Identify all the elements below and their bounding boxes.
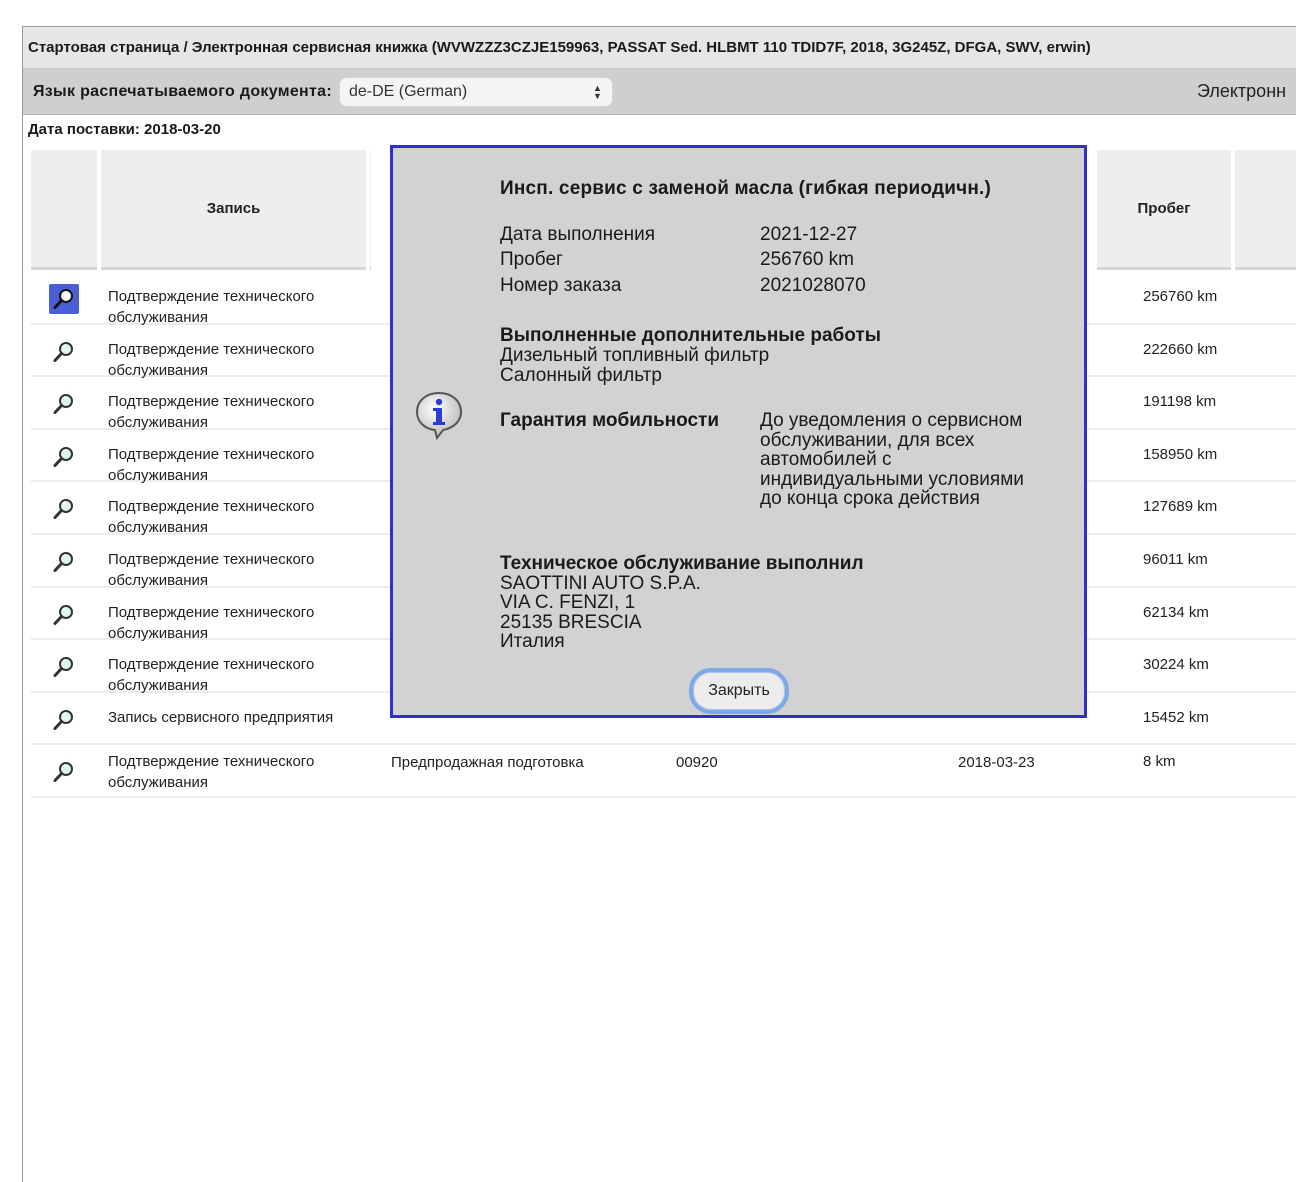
dialog-title: Инсп. сервис с заменой масла (гибкая пер… — [500, 178, 992, 199]
mileage-cell: 96011 km — [1143, 550, 1208, 568]
header-extra[interactable] — [1235, 150, 1296, 270]
mileage-cell: 15452 km — [1143, 708, 1209, 726]
header-mileage[interactable]: Пробег — [1097, 150, 1231, 270]
magnifier-icon[interactable] — [49, 652, 79, 682]
mobility-guarantee-text: До уведомления о сервисном обслуживании,… — [760, 410, 1024, 510]
field-label-order: Номер заказа — [500, 275, 622, 296]
service-details-dialog: Инсп. сервис с заменой масла (гибкая пер… — [390, 145, 1087, 718]
close-button[interactable]: Закрыть — [689, 668, 789, 714]
performer-title: Техническое обслуживание выполнил — [500, 553, 864, 574]
magnifier-icon[interactable] — [49, 389, 79, 419]
print-toolbar: Язык распечатываемого документа: de-DE (… — [23, 69, 1296, 115]
language-selected-value: de-DE (German) — [348, 82, 468, 100]
mileage-cell: 222660 km — [1143, 340, 1218, 358]
field-value-order: 2021028070 — [760, 275, 866, 296]
mileage-cell: 158950 km — [1143, 445, 1218, 463]
header-entry[interactable]: Запись — [101, 150, 366, 270]
entry-cell: Подтверждение технического обслуживания — [108, 288, 315, 326]
language-select[interactable]: de-DE (German) ▲ ▼ — [338, 76, 613, 107]
mileage-cell: 62134 km — [1143, 603, 1209, 621]
magnifier-icon[interactable] — [49, 757, 79, 787]
performer-line: Италия — [500, 631, 565, 652]
field-label-date: Дата выполнения — [500, 224, 656, 245]
mileage-cell: 30224 km — [1143, 656, 1209, 674]
mileage-cell: 127689 km — [1143, 498, 1218, 516]
entry-cell: Запись сервисного предприятия — [108, 708, 334, 726]
entry-cell: Подтверждение технического обслуживания — [108, 550, 315, 589]
performer-line: SAOTTINI AUTO S.P.A. — [500, 573, 701, 594]
description-cell: Предпродажная подготовка — [391, 754, 584, 772]
field-value-date: 2021-12-27 — [760, 224, 858, 245]
magnifier-icon[interactable] — [49, 337, 79, 367]
field-label-mileage: Пробег — [500, 249, 563, 270]
additional-work-title: Выполненные дополнительные работы — [500, 325, 881, 346]
magnifier-icon[interactable] — [49, 284, 79, 314]
header-icon-column — [31, 150, 97, 270]
magnifier-icon[interactable] — [49, 705, 79, 735]
chevron-updown-icon: ▲ ▼ — [593, 82, 602, 101]
info-icon — [415, 391, 463, 441]
entry-cell: Подтверждение технического обслуживания — [108, 656, 315, 695]
delivery-date: Дата поставки: 2018-03-20 — [28, 121, 221, 138]
magnifier-icon[interactable] — [49, 494, 79, 524]
breadcrumb[interactable]: Стартовая страница / Электронная сервисн… — [23, 27, 1296, 69]
mileage-cell: 191198 km — [1143, 393, 1217, 411]
entry-cell: Подтверждение технического обслуживания — [108, 498, 315, 537]
additional-work-item: Дизельный топливный фильтр — [500, 345, 770, 366]
entry-cell: Подтверждение технического обслуживания — [108, 603, 315, 642]
toolbar-right-link[interactable]: Электронн — [1197, 69, 1286, 114]
performer-line: VIA C. FENZI, 1 — [500, 592, 636, 613]
magnifier-icon[interactable] — [49, 442, 79, 472]
performer-line: 25135 BRESCIA — [500, 612, 642, 633]
entry-cell: Подтверждение технического обслуживания — [108, 340, 315, 379]
date-cell: 2018-03-23 — [958, 754, 1035, 772]
mileage-cell: 8 km — [1143, 753, 1176, 771]
entry-cell: Подтверждение технического обслуживания — [108, 753, 315, 792]
entry-cell: Подтверждение технического обслуживания — [108, 445, 315, 484]
header-description[interactable] — [370, 150, 371, 270]
mileage-cell: 256760 km — [1143, 288, 1218, 305]
field-value-mileage: 256760 km — [760, 249, 855, 270]
magnifier-icon[interactable] — [49, 600, 79, 630]
additional-work-item: Салонный фильтр — [500, 365, 662, 386]
entry-cell: Подтверждение технического обслуживания — [108, 393, 315, 432]
table-row[interactable]: Подтверждение технического обслуживания П… — [31, 745, 1296, 799]
language-label: Язык распечатываемого документа: — [33, 82, 332, 100]
mobility-guarantee-title: Гарантия мобильности — [500, 410, 720, 431]
magnifier-icon[interactable] — [49, 547, 79, 577]
number-cell: 00920 — [676, 754, 718, 772]
